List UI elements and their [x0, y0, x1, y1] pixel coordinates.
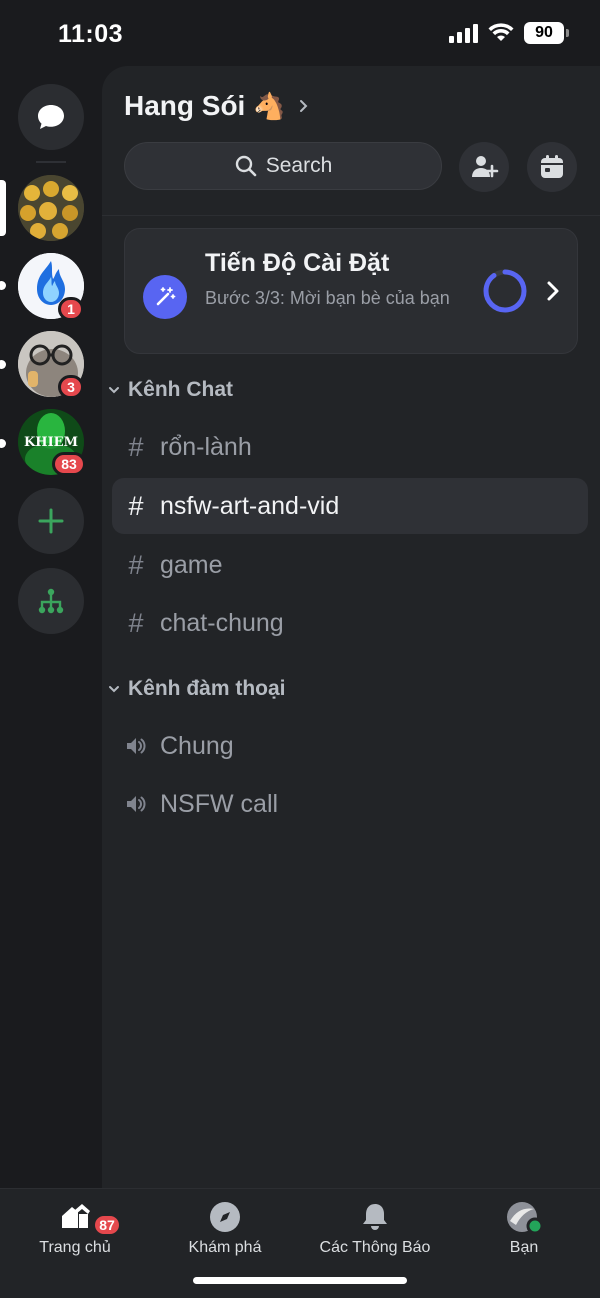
selected-server-pill: [0, 180, 6, 236]
add-server-button[interactable]: [18, 488, 84, 554]
nav-icon-wrap: 87: [58, 1199, 122, 1237]
direct-messages-button[interactable]: [18, 84, 84, 150]
voice-channel-item[interactable]: Chung: [112, 718, 588, 774]
magic-wand-icon: [143, 275, 187, 319]
avatar-icon: [507, 1202, 544, 1235]
wifi-icon: [488, 23, 514, 41]
hierarchy-icon: [38, 588, 64, 614]
unread-indicator: [0, 439, 6, 448]
progress-ring-icon: [483, 269, 527, 313]
cellular-signal-icon: [449, 23, 478, 43]
nav-icon-wrap: [360, 1199, 390, 1235]
bell-icon: [363, 1204, 387, 1230]
chevron-right-icon: [547, 281, 559, 301]
speaker-icon: [127, 796, 146, 812]
server-rail: 1 3 KHIEM 83: [0, 66, 102, 1188]
status-bar: 11:03 90: [0, 0, 600, 66]
mention-badge: 3: [58, 375, 84, 399]
nav-explore[interactable]: Khám phá: [150, 1199, 300, 1257]
calendar-icon: [541, 155, 563, 178]
hash-icon: #: [128, 549, 144, 580]
nav-notifications[interactable]: Các Thông Báo: [300, 1199, 450, 1257]
channel-panel: Hang Sói 🐴 Search Tiến Độ Cài Đặt Bước 3…: [102, 66, 600, 1188]
search-button[interactable]: Search: [124, 142, 442, 190]
nav-home[interactable]: 87 Trang chủ: [0, 1199, 150, 1257]
channel-name: NSFW call: [160, 789, 279, 818]
rail-separator: [36, 161, 66, 163]
channel-name: rổn-lành: [160, 432, 252, 461]
nav-label: Trang chủ: [39, 1239, 111, 1256]
nav-label: Các Thông Báo: [319, 1239, 431, 1256]
battery-indicator: 90: [524, 22, 569, 44]
events-button[interactable]: [527, 142, 577, 192]
horse-emoji-icon: 🐴: [253, 90, 286, 121]
channel-name: Chung: [160, 731, 234, 760]
setup-progress-card[interactable]: Tiến Độ Cài Đặt Bước 3/3: Mời bạn bè của…: [124, 228, 578, 354]
plus-icon: [38, 508, 64, 534]
search-label: Search: [265, 154, 333, 177]
category-label: Kênh Chat: [128, 378, 233, 401]
nav-icon-wrap: [209, 1199, 241, 1235]
status-time: 11:03: [58, 20, 124, 48]
category-text-channels[interactable]: Kênh Chat: [108, 378, 233, 402]
chevron-down-icon: [109, 686, 119, 693]
nav-icon-wrap: [504, 1199, 544, 1235]
category-label: Kênh đàm thoại: [128, 677, 286, 700]
discover-servers-button[interactable]: [18, 568, 84, 634]
chat-bubble-icon: [38, 105, 64, 129]
status-icons: 90: [449, 22, 569, 44]
unread-indicator: [0, 281, 6, 290]
channel-item[interactable]: # chat-chung: [112, 595, 588, 651]
channel-item[interactable]: # rổn-lành: [112, 419, 588, 475]
channel-item[interactable]: # game: [112, 537, 588, 593]
speaker-icon: [127, 738, 146, 754]
channel-name: chat-chung: [160, 608, 284, 637]
category-voice-channels[interactable]: Kênh đàm thoại: [108, 677, 286, 701]
add-user-icon: [472, 156, 499, 178]
nav-you[interactable]: Bạn: [449, 1199, 599, 1257]
server-header[interactable]: Hang Sói 🐴: [124, 90, 310, 122]
chevron-down-icon: [109, 387, 119, 394]
server-text: KHIEM: [24, 435, 78, 450]
hash-icon: #: [128, 607, 144, 638]
server-image-icon: [18, 175, 84, 241]
unread-indicator: [0, 360, 6, 369]
chevron-right-icon: [299, 100, 308, 112]
channel-item-active[interactable]: # nsfw-art-and-vid: [112, 478, 588, 534]
home-indicator: [193, 1277, 407, 1284]
server-name: Hang Sói: [124, 90, 246, 121]
nav-label: Bạn: [509, 1239, 539, 1256]
setup-progress-subtitle: Bước 3/3: Mời bạn bè của bạn: [205, 288, 450, 308]
home-icon: [62, 1204, 90, 1228]
mention-badge: 83: [52, 452, 86, 476]
mention-badge: 1: [58, 297, 84, 321]
compass-icon: [210, 1202, 240, 1232]
search-icon: [235, 155, 257, 177]
hash-icon: #: [128, 431, 144, 462]
channel-name: nsfw-art-and-vid: [160, 491, 340, 520]
setup-progress-title: Tiến Độ Cài Đặt: [205, 249, 390, 277]
home-notification-badge: 87: [92, 1213, 122, 1237]
voice-channel-item[interactable]: NSFW call: [112, 776, 588, 832]
header-divider: [102, 215, 600, 216]
nav-label: Khám phá: [188, 1239, 262, 1256]
invite-members-button[interactable]: [459, 142, 509, 192]
channel-name: game: [160, 550, 223, 579]
hash-icon: #: [128, 490, 144, 521]
server-icon-yellow-items[interactable]: [18, 175, 84, 241]
